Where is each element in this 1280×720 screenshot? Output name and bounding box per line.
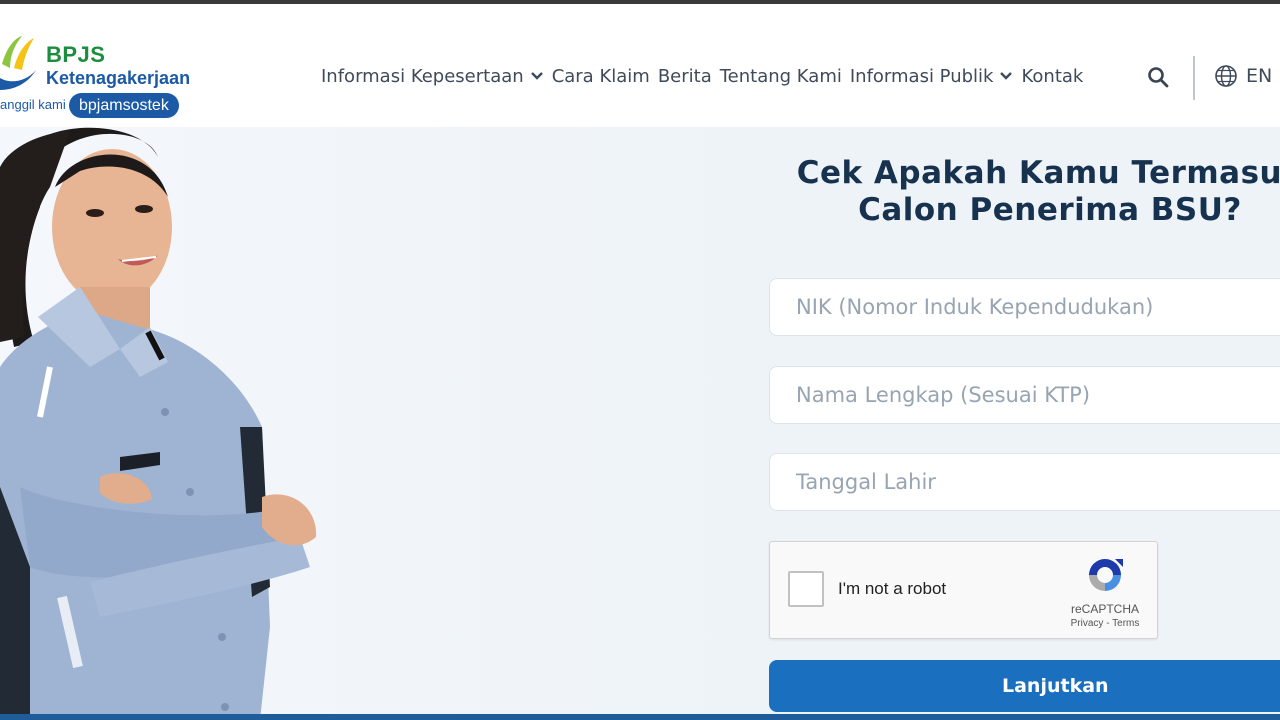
nav-item-informasi-publik[interactable]: Informasi Publik	[850, 66, 1014, 87]
birth-date-input[interactable]	[770, 454, 1280, 510]
continue-button[interactable]: Lanjutkan	[769, 660, 1280, 712]
language-label: EN	[1246, 65, 1273, 87]
recaptcha-brand: reCAPTCHA	[1070, 602, 1139, 616]
nav-item-label: Tentang Kami	[719, 65, 842, 87]
header-divider	[1193, 56, 1195, 100]
worker-illustration	[0, 127, 317, 720]
bpjs-logo-mark-icon	[0, 36, 36, 90]
globe-icon	[1215, 65, 1237, 87]
nav-item-label: Informasi Kepesertaan	[321, 65, 524, 87]
nav-item-label: Berita	[657, 65, 712, 87]
language-switcher[interactable]: EN	[1214, 64, 1272, 88]
brand-tagline: anggil kami	[0, 97, 66, 112]
nav-item-berita[interactable]: Berita	[658, 66, 712, 87]
bottom-border	[0, 714, 1280, 720]
form-title-line1: Cek Apakah Kamu Termasuk	[796, 155, 1280, 191]
recaptcha-logo-icon	[1089, 559, 1123, 591]
nav-item-tentang-kami[interactable]: Tentang Kami	[720, 66, 842, 87]
recaptcha-links[interactable]: Privacy - Terms	[1060, 618, 1150, 629]
recaptcha-label: I'm not a robot	[838, 579, 947, 598]
birth-date-field[interactable]	[769, 453, 1280, 511]
search-icon[interactable]	[1147, 66, 1169, 88]
brand-pill: bpjamsostek	[69, 93, 179, 118]
nav-item-label: Kontak	[1021, 65, 1084, 87]
nik-input[interactable]	[770, 279, 1280, 335]
form-title-line2: Calon Penerima BSU?	[858, 192, 1242, 228]
nik-field[interactable]	[769, 278, 1280, 336]
site-header: BPJS Ketenagakerjaan anggil kami bpjamso…	[0, 4, 1280, 127]
nav-item-label: Informasi Publik	[849, 65, 994, 87]
main-navigation: Informasi Kepesertaan Cara Klaim Berita …	[321, 64, 1091, 88]
recaptcha-checkbox[interactable]	[788, 571, 824, 607]
brand-name: BPJS	[46, 42, 106, 67]
chevron-down-icon	[530, 72, 543, 80]
recaptcha-widget: I'm not a robot reCAPTCHA Privacy - Term…	[769, 541, 1158, 639]
chevron-down-icon	[1000, 72, 1013, 80]
nav-item-cara-klaim[interactable]: Cara Klaim	[552, 66, 650, 87]
brand-subtitle: Ketenagakerjaan	[46, 68, 191, 88]
nav-item-kontak[interactable]: Kontak	[1021, 66, 1083, 87]
form-title: Cek Apakah Kamu Termasuk Calon Penerima …	[790, 155, 1280, 229]
full-name-field[interactable]	[769, 366, 1280, 424]
nav-item-label: Cara Klaim	[551, 65, 650, 87]
full-name-input[interactable]	[770, 367, 1280, 423]
nav-item-informasi-kepesertaan[interactable]: Informasi Kepesertaan	[321, 66, 544, 87]
brand-logo[interactable]: BPJS Ketenagakerjaan anggil kami bpjamso…	[0, 34, 220, 122]
